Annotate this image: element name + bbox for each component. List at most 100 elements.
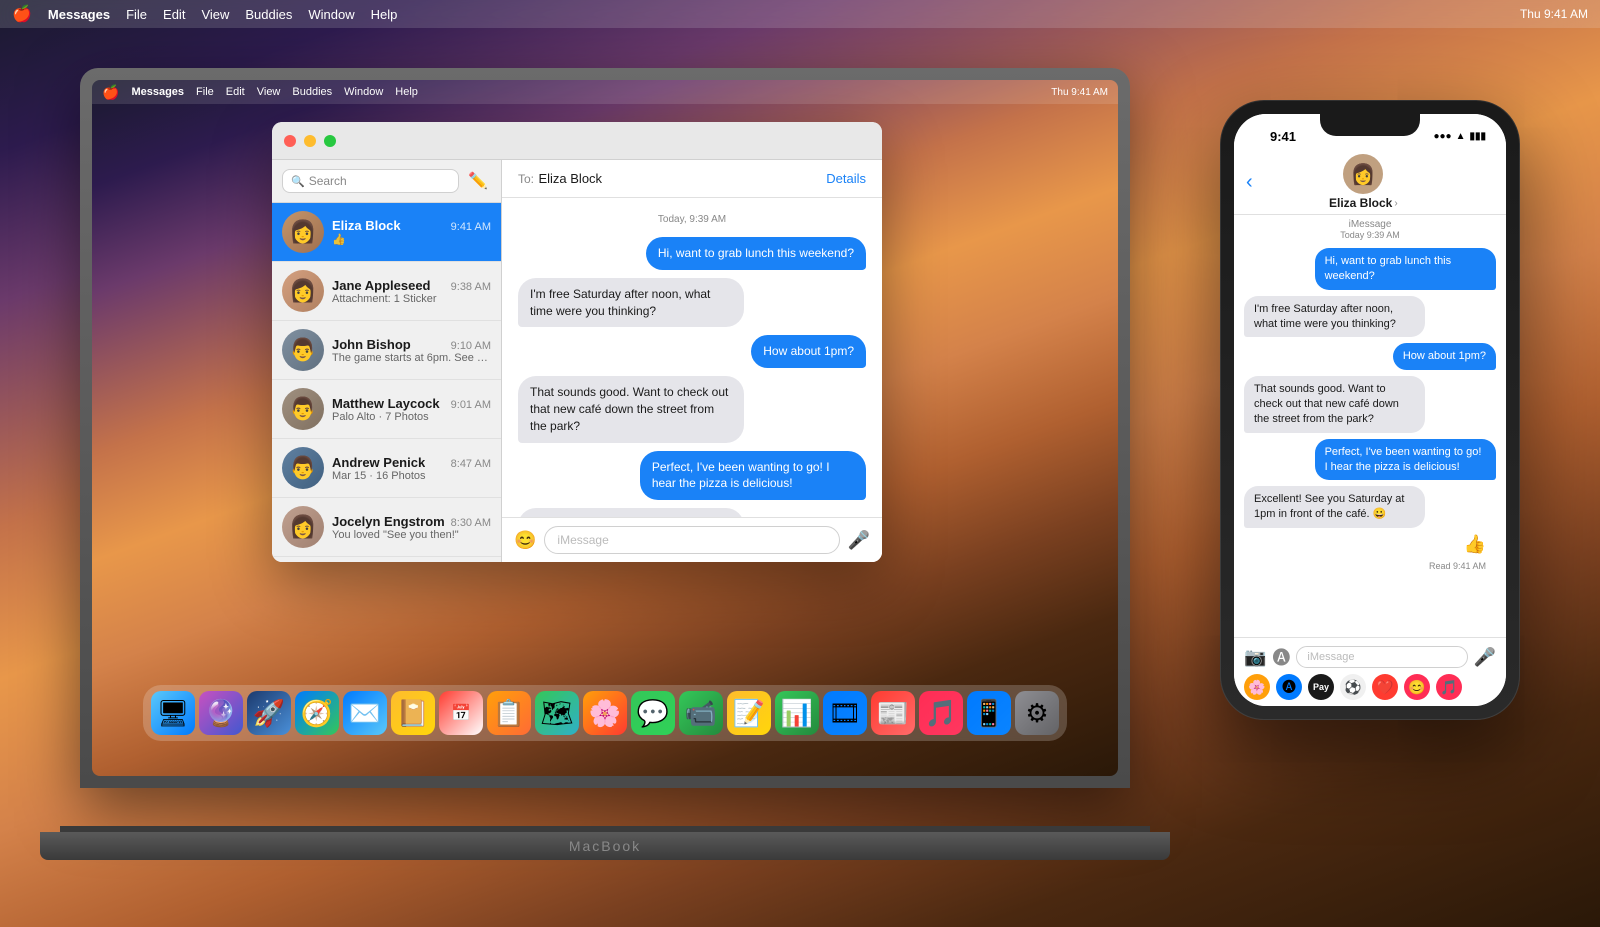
dock-facetime[interactable]: 📹 (679, 691, 723, 735)
apple-logo[interactable]: 🍎 (12, 4, 32, 24)
mac-menu-file[interactable]: File (196, 86, 214, 98)
menubar-view[interactable]: View (201, 7, 229, 22)
dock-safari[interactable]: 🧭 (295, 691, 339, 735)
mac-menu-buddies[interactable]: Buddies (292, 86, 332, 98)
audio-button[interactable]: 🎤 (848, 530, 870, 551)
chat-details-button[interactable]: Details (826, 171, 866, 186)
iphone-bubble-1: Hi, want to grab lunch this weekend? (1315, 248, 1496, 290)
iphone-extra-photos[interactable]: 🌸 (1244, 674, 1270, 700)
conv-info-jocelyn: Jocelyn Engstrom 8:30 AM You loved "See … (332, 514, 491, 541)
menubar-file[interactable]: File (126, 7, 147, 22)
conversation-item-jocelyn[interactable]: 👩 Jocelyn Engstrom 8:30 AM You loved "Se… (272, 498, 501, 557)
signal-icon: ●●● (1433, 131, 1451, 142)
dock-system-prefs[interactable]: ⚙ (1015, 691, 1059, 735)
iphone-extra-apps[interactable]: 🅐 (1276, 674, 1302, 700)
iphone-input-field[interactable]: iMessage (1296, 646, 1467, 668)
iphone-msg-4: That sounds good. Want to check out that… (1244, 376, 1496, 433)
conversation-sidebar: 🔍 Search ✏️ 👩 (272, 160, 502, 562)
iphone-back-button[interactable]: ‹ (1246, 171, 1253, 194)
conv-name-matthew: Matthew Laycock (332, 396, 440, 411)
avatar-matthew: 👨 (282, 388, 324, 430)
dock-photos[interactable]: 🌸 (583, 691, 627, 735)
conversation-item-matthew[interactable]: 👨 Matthew Laycock 9:01 AM Palo Alto · 7 … (272, 380, 501, 439)
mac-menu-view[interactable]: View (257, 86, 281, 98)
iphone-time: 9:41 (1270, 129, 1296, 144)
macbook-screen: 🍎 Messages File Edit View Buddies Window… (92, 80, 1118, 776)
dock-keynote[interactable]: 🎞 (823, 691, 867, 735)
menubar-app-name[interactable]: Messages (48, 7, 110, 22)
mac-menu-messages[interactable]: Messages (131, 86, 184, 98)
conv-time-jocelyn: 8:30 AM (451, 517, 491, 529)
conv-preview-matthew: Palo Alto · 7 Photos (332, 411, 491, 423)
iphone-msg-2: I'm free Saturday after noon, what time … (1244, 296, 1496, 338)
iphone-extra-music[interactable]: 🎵 (1436, 674, 1462, 700)
menubar-buddies[interactable]: Buddies (245, 7, 292, 22)
mac-menu-window[interactable]: Window (344, 86, 383, 98)
message-bubble-1: Hi, want to grab lunch this weekend? (646, 237, 866, 270)
avatar-jane: 👩 (282, 270, 324, 312)
iphone-bubble-2: I'm free Saturday after noon, what time … (1244, 296, 1425, 338)
wifi-icon: ▲ (1456, 131, 1466, 142)
chat-header: To: Eliza Block Details (502, 160, 882, 198)
dock-stickies[interactable]: 📝 (727, 691, 771, 735)
conv-time-john: 9:10 AM (451, 340, 491, 352)
chat-to-label: To: (518, 172, 534, 186)
conversation-item-andrew[interactable]: 👨 Andrew Penick 8:47 AM Mar 15 · 16 Phot… (272, 439, 501, 498)
iphone-mic-icon[interactable]: 🎤 (1474, 647, 1496, 668)
dock-messages[interactable]: 💬 (631, 691, 675, 735)
conversation-item-jonathan[interactable]: 👨 Jonathan Wu Yesterday See you at the f… (272, 557, 501, 562)
iphone-body: 9:41 ●●● ▲ ▮▮▮ ‹ 👩 Eliza Block › (1220, 100, 1520, 720)
avatar-andrew: 👨 (282, 447, 324, 489)
conv-header-jane: Jane Appleseed 9:38 AM (332, 278, 491, 293)
menubar-left: 🍎 Messages File Edit View Buddies Window… (12, 4, 1520, 24)
dock-music[interactable]: 🎵 (919, 691, 963, 735)
maximize-button[interactable] (324, 135, 336, 147)
dock-mail[interactable]: ✉️ (343, 691, 387, 735)
iphone-apps-icon[interactable]: 🅐 (1272, 644, 1290, 670)
dock-news[interactable]: 📰 (871, 691, 915, 735)
iphone-extra-heart[interactable]: ❤️ (1372, 674, 1398, 700)
mac-inner-time: Thu 9:41 AM (1051, 87, 1108, 98)
iphone-extra-ball[interactable]: ⚽ (1340, 674, 1366, 700)
dock-launchpad[interactable]: 🚀 (247, 691, 291, 735)
conversation-list: 👩 Eliza Block 9:41 AM 👍 (272, 203, 501, 562)
macbook-label: MacBook (569, 838, 641, 854)
mac-os-menubar: 🍎 Messages File Edit View Buddies Window… (0, 0, 1600, 28)
chat-input-area: 😊 iMessage 🎤 (502, 517, 882, 562)
iphone-container: 9:41 ●●● ▲ ▮▮▮ ‹ 👩 Eliza Block › (1220, 100, 1520, 720)
conv-name-john: John Bishop (332, 337, 411, 352)
iphone-contact-name: Eliza Block (1329, 196, 1392, 210)
iphone-camera-icon[interactable]: 📷 (1244, 647, 1266, 668)
search-input[interactable]: 🔍 Search (282, 169, 459, 193)
dock-maps[interactable]: 🗺 (535, 691, 579, 735)
iphone-extra-applepay[interactable]: Pay (1308, 674, 1334, 700)
compose-button[interactable]: ✏️ (465, 168, 491, 194)
mac-menu-edit[interactable]: Edit (226, 86, 245, 98)
dock-appstore[interactable]: 📱 (967, 691, 1011, 735)
dock-siri[interactable]: 🔮 (199, 691, 243, 735)
avatar-john: 👨 (282, 329, 324, 371)
conv-time-jane: 9:38 AM (451, 281, 491, 293)
conversation-item-jane[interactable]: 👩 Jane Appleseed 9:38 AM Attachment: 1 S… (272, 262, 501, 321)
dock-notes[interactable]: 📔 (391, 691, 435, 735)
minimize-button[interactable] (304, 135, 316, 147)
emoji-button[interactable]: 😊 (514, 530, 536, 551)
menubar-edit[interactable]: Edit (163, 7, 185, 22)
iphone-bubble-5: Perfect, I've been wanting to go! I hear… (1315, 439, 1496, 481)
conversation-item-eliza[interactable]: 👩 Eliza Block 9:41 AM 👍 (272, 203, 501, 262)
iphone-msg-5: Perfect, I've been wanting to go! I hear… (1244, 439, 1496, 481)
iphone-input-placeholder: iMessage (1307, 651, 1354, 663)
dock-numbers[interactable]: 📊 (775, 691, 819, 735)
dock-finder[interactable]: 🖥 (151, 691, 195, 735)
conv-name-eliza: Eliza Block (332, 218, 401, 233)
menubar-window[interactable]: Window (308, 7, 354, 22)
iphone-extra-memoji[interactable]: 😊 (1404, 674, 1430, 700)
dock-calendar[interactable]: 📅 (439, 691, 483, 735)
conv-header-andrew: Andrew Penick 8:47 AM (332, 455, 491, 470)
close-button[interactable] (284, 135, 296, 147)
chat-input-field[interactable]: iMessage (544, 526, 839, 554)
mac-menu-help[interactable]: Help (395, 86, 418, 98)
dock-reminders[interactable]: 📋 (487, 691, 531, 735)
menubar-help[interactable]: Help (371, 7, 398, 22)
conversation-item-john[interactable]: 👨 John Bishop 9:10 AM The game starts at… (272, 321, 501, 380)
